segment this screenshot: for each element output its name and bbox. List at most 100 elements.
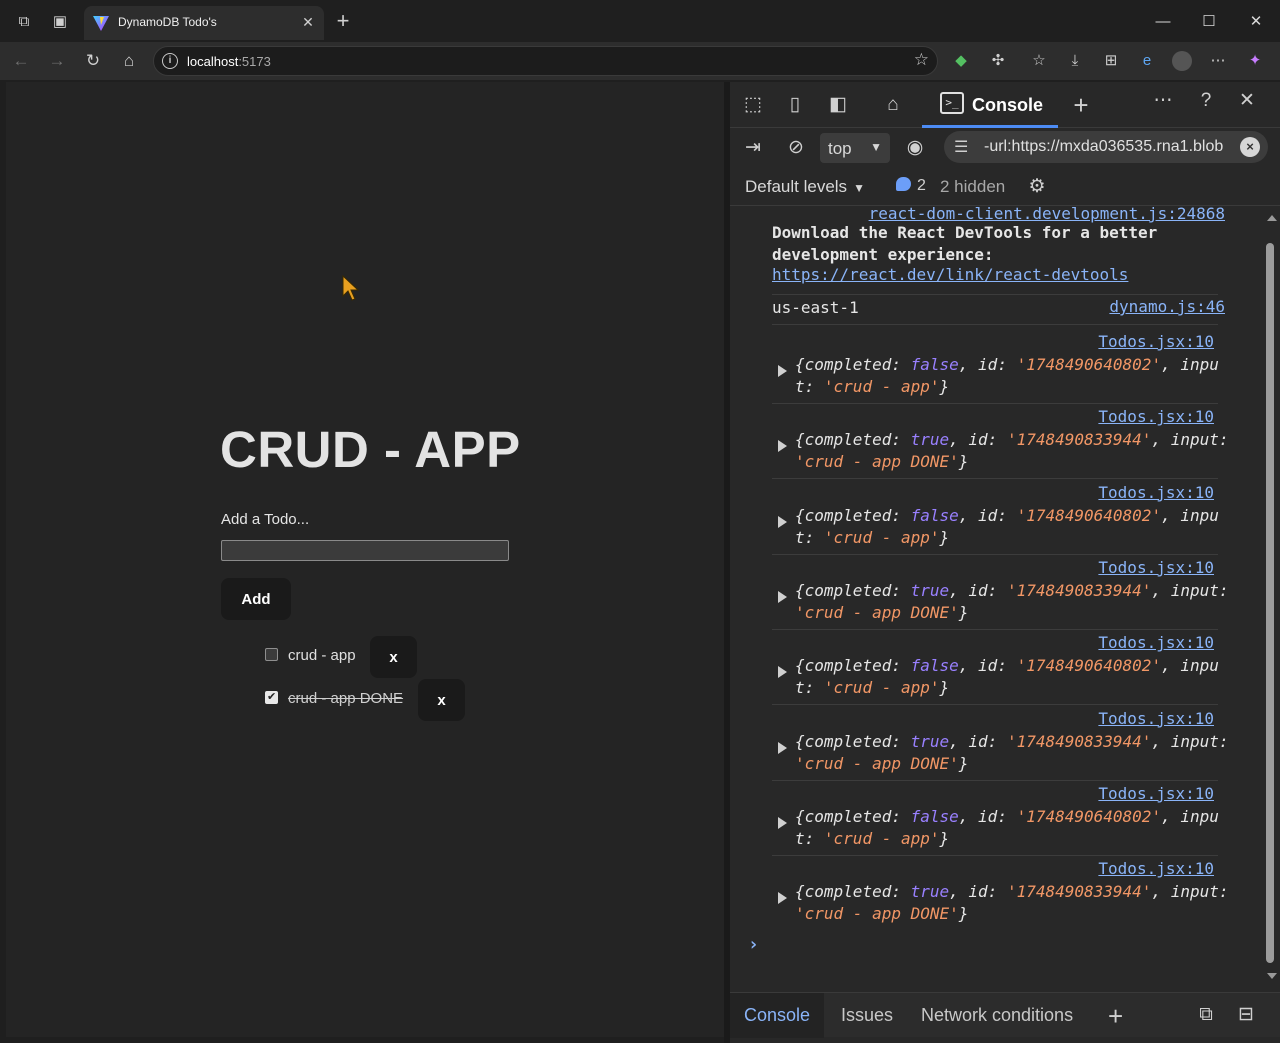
drawer-tab-network-conditions[interactable]: Network conditions (921, 993, 1073, 1038)
live-expression-eye-icon[interactable]: ◉ (902, 135, 928, 161)
console-filter-bar: ⇥ ⊘ top ▼ ◉ ☰ -url:https://mxda036535.rn… (730, 129, 1280, 167)
extension-icon[interactable]: ◆ (951, 51, 971, 71)
console-object-entry[interactable]: Todos.jsx:10 {completed: true, id: '17484… (772, 407, 1232, 481)
new-tab-icon[interactable]: + (332, 10, 354, 32)
log-separator (772, 779, 1218, 781)
log-separator (772, 553, 1218, 555)
inspect-element-icon[interactable]: ⬚ (740, 92, 766, 118)
close-devtools-icon[interactable]: ✕ (1234, 88, 1260, 114)
message-count-badge[interactable]: 2 (896, 177, 926, 195)
welcome-home-icon[interactable]: ⌂ (880, 92, 906, 118)
browser-tab[interactable]: DynamoDB Todo's ✕ (84, 6, 324, 40)
collections-icon[interactable]: ⊞ (1101, 51, 1121, 71)
expand-triangle-icon[interactable] (778, 892, 787, 905)
more-tools-icon[interactable]: ⋯ (1150, 88, 1176, 114)
minimize-icon[interactable]: — (1151, 10, 1175, 34)
scrollbar-thumb (1266, 243, 1274, 963)
delete-todo-button[interactable]: x (370, 636, 417, 678)
page-viewport: CRUD - APP Add a Todo... Add crud - app … (6, 82, 724, 1037)
log-separator (772, 704, 1218, 706)
downloads-icon[interactable]: ⤓ (1065, 51, 1085, 71)
expand-triangle-icon[interactable] (778, 440, 787, 453)
refresh-icon[interactable]: ↻ (82, 50, 104, 72)
url-text[interactable]: localhost:5173 (187, 54, 271, 69)
todo-input-label: Add a Todo... (221, 511, 310, 528)
console-levels-bar: Default levels ▼ 2 2 hidden ⚙ (730, 168, 1280, 206)
edge-bar-icon[interactable]: e (1137, 51, 1157, 71)
drawer-tab-issues[interactable]: Issues (841, 993, 893, 1038)
context-select[interactable]: top ▼ (820, 133, 890, 163)
todo-checkbox[interactable] (265, 648, 278, 661)
expand-triangle-icon[interactable] (778, 365, 787, 377)
filter-input[interactable]: ☰ -url:https://mxda036535.rna1.blob × (944, 131, 1268, 163)
help-icon[interactable]: ? (1193, 88, 1219, 114)
expand-triangle-icon[interactable] (778, 666, 787, 679)
console-object-entry[interactable]: Todos.jsx:10 {completed: false, id: '1748… (772, 633, 1232, 707)
todo-text: crud - app DONE (288, 690, 404, 707)
expand-triangle-icon[interactable] (778, 816, 787, 829)
maximize-icon[interactable]: ☐ (1197, 10, 1221, 34)
todo-checkbox[interactable] (265, 690, 278, 704)
log-source-link[interactable]: Todos.jsx:10 (1098, 784, 1214, 803)
expand-triangle-icon[interactable] (778, 741, 787, 754)
home-icon[interactable]: ⌂ (118, 50, 140, 72)
add-drawer-tab-icon[interactable]: + (1108, 1001, 1123, 1032)
close-window-icon[interactable]: ✕ (1244, 10, 1268, 34)
console-prompt-icon[interactable]: › (748, 934, 759, 955)
add-todo-button[interactable]: Add (221, 578, 291, 620)
devtools-tabbar: ⬚ ▯ ◧ ⌂ >_ Console + ⋯ ? ✕ (730, 82, 1280, 128)
favorite-star-icon[interactable]: ☆ (914, 50, 929, 70)
dock-side-icon[interactable]: ◧ (825, 92, 851, 118)
copilot-icon[interactable]: ✦ (1245, 51, 1265, 71)
log-source-link[interactable]: Todos.jsx:10 (1098, 709, 1214, 728)
expand-triangle-icon[interactable] (778, 590, 787, 603)
title-bar: ⧉ ▣ DynamoDB Todo's ✕ + — ☐ ✕ (0, 0, 1280, 44)
tab-console[interactable]: >_ Console (922, 82, 1058, 128)
console-object-entry[interactable]: Todos.jsx:10 {completed: true, id: '17484… (772, 709, 1232, 783)
device-emulation-icon[interactable]: ▯ (782, 92, 808, 118)
address-bar[interactable]: i localhost:5173 ☆ (153, 46, 938, 76)
console-scrollbar[interactable] (1262, 207, 1280, 985)
site-info-icon[interactable]: i (162, 53, 178, 69)
tab-actions-icon[interactable]: ▣ (50, 12, 70, 32)
sidebar-toggle-icon[interactable]: ⇥ (740, 135, 766, 161)
profile-avatar[interactable] (1172, 51, 1192, 71)
console-object-entry[interactable]: Todos.jsx:10 {completed: true, id: '17484… (772, 558, 1232, 632)
delete-todo-button[interactable]: x (418, 679, 465, 721)
object-preview: {completed: true, id: '1748490833944', i… (795, 731, 1229, 773)
console-object-entry[interactable]: Todos.jsx:10 {completed: false, id: '1748… (772, 332, 1232, 406)
tab-close-icon[interactable]: ✕ (298, 12, 318, 32)
expand-triangle-icon[interactable] (778, 515, 787, 528)
more-menu-icon[interactable]: ⋯ (1208, 51, 1228, 71)
log-source-link[interactable]: Todos.jsx:10 (1098, 633, 1214, 652)
log-source-link[interactable]: Todos.jsx:10 (1098, 332, 1214, 351)
favorites-icon[interactable]: ☆ (1029, 51, 1049, 71)
console-object-entry[interactable]: Todos.jsx:10 {completed: false, id: '1748… (772, 483, 1232, 557)
clear-console-icon[interactable]: ⊘ (783, 135, 809, 161)
log-source-link[interactable]: Todos.jsx:10 (1098, 483, 1214, 502)
extensions-puzzle-icon[interactable]: ✣ (988, 51, 1008, 71)
log-source-link[interactable]: dynamo.js:46 (1109, 297, 1225, 316)
workspaces-icon[interactable]: ⧉ (14, 12, 34, 32)
log-source-link[interactable]: Todos.jsx:10 (1098, 859, 1214, 878)
drawer-tab-console[interactable]: Console (730, 993, 825, 1038)
back-icon[interactable]: ← (10, 50, 32, 72)
clear-filter-icon[interactable]: × (1240, 137, 1260, 157)
drawer-dock-icon[interactable]: ⧉ (1193, 1002, 1219, 1028)
chevron-down-icon: ▼ (870, 140, 882, 154)
log-levels-dropdown[interactable]: Default levels ▼ (745, 177, 865, 197)
forward-icon[interactable]: → (46, 50, 68, 72)
console-object-entry[interactable]: Todos.jsx:10 {completed: true, id: '17484… (772, 859, 1232, 933)
console-settings-gear-icon[interactable]: ⚙ (1024, 174, 1050, 200)
console-object-entry[interactable]: Todos.jsx:10 {completed: false, id: '1748… (772, 784, 1232, 858)
console-output: react-dom-client.development.js:24868 Do… (730, 207, 1262, 985)
log-source-link[interactable]: Todos.jsx:10 (1098, 558, 1214, 577)
log-source-link[interactable]: Todos.jsx:10 (1098, 407, 1214, 426)
add-tool-icon[interactable]: + (1068, 92, 1094, 118)
log-source-link[interactable]: react-dom-client.development.js:24868 (869, 207, 1225, 223)
object-preview: {completed: true, id: '1748490833944', i… (795, 882, 1229, 924)
todo-input[interactable] (221, 540, 509, 561)
scroll-down-icon (1267, 973, 1277, 979)
react-devtools-link[interactable]: https://react.dev/link/react-devtools (772, 265, 1128, 284)
drawer-collapse-icon[interactable]: ⊟ (1233, 1002, 1259, 1028)
